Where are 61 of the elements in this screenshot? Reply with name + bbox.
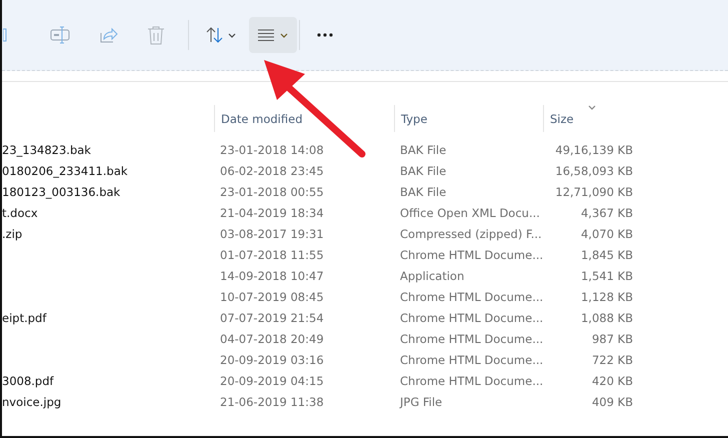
type-cell-text: Chrome HTML Docume...	[399, 289, 543, 306]
column-header[interactable]: Date modified	[214, 105, 394, 132]
type-cell-text: JPG File	[398, 394, 444, 411]
size-cell-text: 420 KB	[590, 373, 634, 390]
type-cell-text: Chrome HTML Docume...	[399, 331, 543, 348]
trash-icon	[147, 25, 165, 45]
date-cell-text: 03-08-2017 19:31	[219, 226, 325, 243]
type-cell-text: BAK File	[399, 184, 448, 201]
type-cell-text: Chrome HTML Docume...	[399, 247, 543, 264]
size-cell-text: 4,367 KB	[580, 205, 634, 222]
type-cell-text: BAK File	[399, 163, 448, 180]
size-cell-text: 1,845 KB	[580, 247, 634, 264]
date-cell-text: 20-09-2019 04:15	[219, 373, 325, 390]
size-cell-text: 722 KB	[590, 352, 634, 369]
date-cell-text: 14-09-2018 10:47	[219, 268, 325, 285]
type-cell-text: Chrome HTML Docume...	[399, 310, 543, 327]
type-cell-text: Compressed (zipped) F...	[399, 226, 543, 243]
caret-icon	[228, 32, 236, 38]
date-cell-text: 06-02-2018 23:45	[219, 163, 325, 180]
type-cell-text: BAK File	[399, 142, 448, 159]
size-cell-text: 1,541 KB	[580, 268, 634, 285]
partial-icon	[3, 28, 7, 42]
caret-icon	[280, 32, 288, 38]
file-name: 180123_003136.bak	[2, 184, 122, 201]
size-cell-text: 1,128 KB	[580, 289, 634, 306]
list-view-icon	[258, 29, 274, 41]
date-cell-text: 23-01-2018 14:08	[219, 142, 325, 159]
file-name: 0180206_233411.bak	[2, 163, 129, 180]
date-cell-text: 04-07-2018 20:49	[219, 331, 325, 348]
size-cell-text: 4,070 KB	[580, 226, 634, 243]
more-icon	[317, 33, 333, 37]
date-cell-text: 20-09-2019 03:16	[219, 352, 325, 369]
size-cell-text: 409 KB	[590, 394, 634, 411]
size-cell-text: 987 KB	[590, 331, 634, 348]
column-header[interactable]: Size	[543, 105, 643, 132]
date-cell-text: 21-06-2019 11:38	[219, 394, 325, 411]
file-name: .zip	[2, 226, 24, 243]
size-cell-text: 49,16,139 KB	[554, 142, 634, 159]
size-cell-text: 1,088 KB	[580, 310, 634, 327]
column-header[interactable]: Type	[394, 105, 543, 132]
view-button[interactable]	[249, 17, 297, 53]
date-cell-text: 23-01-2018 00:55	[219, 184, 325, 201]
file-name: t.docx	[2, 205, 39, 222]
file-name: nvoice.jpg	[2, 394, 62, 411]
date-cell-text: 01-07-2018 11:55	[219, 247, 325, 264]
file-name: eipt.pdf	[2, 310, 48, 327]
sort-icon	[206, 26, 224, 44]
size-cell-text: 12,71,090 KB	[554, 184, 634, 201]
type-cell-text: Chrome HTML Docume...	[399, 352, 543, 369]
type-cell-text: Application	[399, 268, 466, 285]
date-cell-text: 21-04-2019 18:34	[219, 205, 325, 222]
type-cell-text: Chrome HTML Docume...	[399, 373, 543, 390]
file-name: 23_134823.bak	[2, 142, 92, 159]
date-cell-text: 07-07-2019 21:54	[219, 310, 325, 327]
caret-icon	[588, 105, 596, 110]
size-cell-text: 16,58,093 KB	[554, 163, 634, 180]
type-cell-text: Office Open XML Docu...	[399, 205, 541, 222]
share-icon	[98, 25, 118, 45]
rename-icon	[50, 25, 70, 45]
file-name: 3008.pdf	[2, 373, 55, 390]
date-cell-text: 10-07-2019 08:45	[219, 289, 325, 306]
